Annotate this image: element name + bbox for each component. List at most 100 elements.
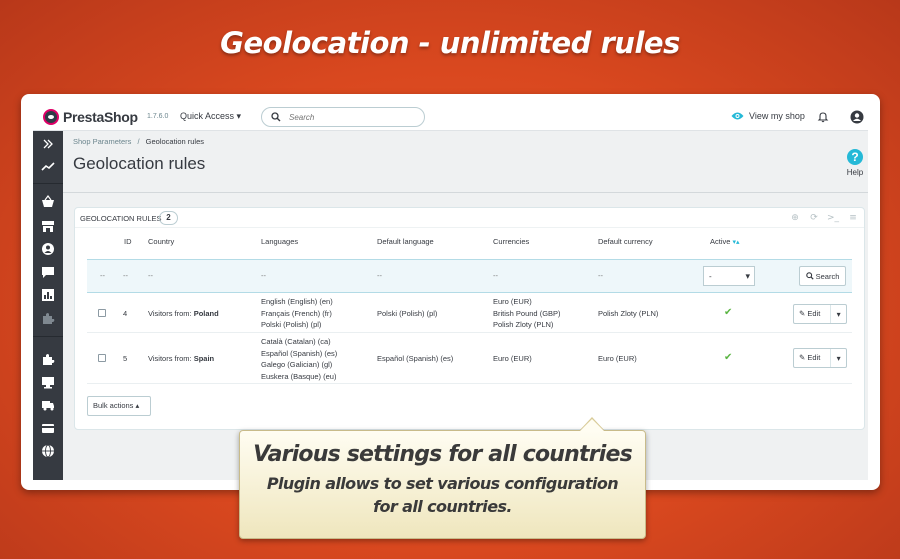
modules-icon[interactable] — [41, 311, 55, 325]
column-header-country: Country — [148, 237, 175, 246]
edit-label-text: Edit — [807, 309, 821, 318]
column-header-languages: Languages — [261, 237, 299, 246]
filter-id-input[interactable]: -- — [123, 271, 128, 280]
filter-default-currency-input[interactable]: -- — [598, 271, 603, 280]
search-icon — [805, 272, 814, 280]
row-default-currency: Euro (EUR) — [598, 354, 637, 363]
active-check-icon[interactable]: ✔ — [724, 307, 732, 318]
column-header-id: ID — [124, 237, 132, 246]
filter-checkbox-placeholder: -- — [100, 271, 105, 280]
active-check-icon[interactable]: ✔ — [724, 352, 732, 363]
sort-icon[interactable]: ▾▴ — [733, 239, 740, 246]
admin-app: PrestaShop 1.7.6.0 Quick Access ▾ View m… — [33, 103, 868, 480]
bell-icon[interactable] — [817, 111, 829, 123]
hero-title: Geolocation - unlimited rules — [220, 26, 680, 60]
currency-item: Euro (EUR) — [493, 297, 532, 306]
search-box[interactable] — [261, 107, 425, 127]
row-languages: English (English) (en) Français (French)… — [261, 296, 333, 331]
expand-icon[interactable] — [41, 137, 55, 151]
header-divider — [63, 192, 868, 193]
filter-languages-input[interactable]: -- — [261, 271, 266, 280]
row-country: Visitors from: Spain — [148, 353, 214, 365]
column-header-currencies: Currencies — [493, 237, 530, 246]
language-item: Euskera (Basque) (eu) — [261, 371, 337, 381]
currency-item: British Pound (GBP) — [493, 308, 561, 318]
customers-icon[interactable] — [41, 242, 55, 256]
international-icon[interactable] — [41, 444, 55, 458]
edit-button[interactable]: ✎ Edit ▾ — [793, 304, 847, 324]
edit-button[interactable]: ✎ Edit ▾ — [793, 348, 847, 368]
filter-search-button[interactable]: Search — [799, 266, 846, 286]
country-prefix: Visitors from: — [148, 309, 192, 318]
search-input[interactable] — [289, 112, 409, 122]
view-my-shop-label: View my shop — [749, 111, 805, 121]
edit-button-label: ✎ Edit — [794, 305, 832, 323]
table-row[interactable]: 5 Visitors from: Spain Català (Catalan) … — [87, 334, 852, 384]
row-checkbox[interactable] — [98, 309, 106, 317]
user-account-icon[interactable] — [850, 110, 864, 124]
column-header-active[interactable]: Active ▾▴ — [710, 237, 740, 246]
catalog-icon[interactable] — [41, 219, 55, 233]
language-item: Català (Catalan) (ca) — [261, 337, 331, 346]
computer-icon[interactable] — [41, 375, 55, 389]
brand-name: PrestaShop — [63, 109, 138, 125]
refresh-icon[interactable]: ⟳ — [806, 210, 822, 226]
shipping-icon[interactable] — [41, 398, 55, 412]
page-title: Geolocation rules — [73, 154, 206, 173]
add-new-icon[interactable]: ⊕ — [787, 210, 803, 226]
language-item: English (English) (en) — [261, 297, 333, 306]
country-name: Poland — [193, 309, 219, 318]
filter-country-input[interactable]: -- — [148, 271, 153, 280]
language-item: Español (Spanish) (es) — [261, 348, 338, 358]
breadcrumb-separator: / — [137, 137, 140, 146]
filter-row: -- -- -- -- -- -- -- - Search — [87, 259, 852, 293]
help-icon: ? — [847, 149, 863, 165]
rule-count-badge: 2 — [159, 211, 178, 225]
messages-icon[interactable] — [41, 265, 55, 279]
bulk-actions-button[interactable]: Bulk actions ▴ — [87, 396, 151, 416]
top-bar: PrestaShop 1.7.6.0 Quick Access ▾ View m… — [33, 103, 868, 131]
row-checkbox[interactable] — [98, 354, 106, 362]
breadcrumb-current: Geolocation rules — [145, 137, 205, 146]
callout-text: Plugin allows to set various configurati… — [266, 474, 619, 516]
breadcrumb-parent[interactable]: Shop Parameters — [73, 137, 131, 146]
prestashop-logo-icon — [43, 109, 59, 125]
filter-currencies-input[interactable]: -- — [493, 271, 498, 280]
sidebar — [33, 131, 63, 480]
language-item: Français (French) (fr) — [261, 308, 332, 318]
feature-callout: Various settings for all countries Plugi… — [239, 430, 646, 539]
sidebar-divider — [33, 183, 63, 184]
pencil-icon: ✎ — [799, 309, 806, 318]
sql-query-icon[interactable]: >_ — [825, 210, 841, 226]
row-default-language: Polski (Polish) (pl) — [377, 309, 438, 318]
database-icon[interactable]: ≡ — [845, 210, 861, 226]
country-name: Spain — [193, 354, 215, 363]
row-country: Visitors from: Poland — [148, 308, 219, 320]
stats-icon[interactable] — [41, 160, 55, 174]
payment-icon[interactable] — [41, 421, 55, 435]
edit-button-label: ✎ Edit — [794, 349, 832, 367]
column-header-default-currency: Default currency — [598, 237, 653, 246]
row-currencies: Euro (EUR) British Pound (GBP) Polish Zl… — [493, 296, 561, 331]
help-label: Help — [846, 168, 864, 177]
search-button-label: Search — [815, 271, 840, 281]
eye-icon — [731, 112, 744, 120]
quick-access-dropdown[interactable]: Quick Access ▾ — [180, 111, 241, 122]
filter-default-language-input[interactable]: -- — [377, 271, 382, 280]
caret-down-icon[interactable]: ▾ — [831, 310, 846, 319]
prestashop-logo[interactable]: PrestaShop — [43, 109, 138, 125]
callout-pointer-inner — [580, 419, 604, 431]
table-row[interactable]: 4 Visitors from: Poland English (English… — [87, 294, 852, 333]
help-button[interactable]: ? Help — [843, 149, 867, 177]
reports-icon[interactable] — [41, 288, 55, 302]
sidebar-divider — [33, 336, 63, 337]
caret-down-icon[interactable]: ▾ — [831, 354, 846, 363]
orders-icon[interactable] — [41, 195, 55, 209]
design-icon[interactable] — [41, 352, 55, 366]
view-my-shop-link[interactable]: View my shop — [731, 111, 805, 121]
filter-active-select[interactable]: - — [703, 266, 755, 286]
row-currencies: Euro (EUR) — [493, 353, 532, 365]
panel-title: Geolocation rules — [80, 214, 162, 223]
row-default-language: Español (Spanish) (es) — [377, 354, 454, 363]
country-prefix: Visitors from: — [148, 354, 192, 363]
